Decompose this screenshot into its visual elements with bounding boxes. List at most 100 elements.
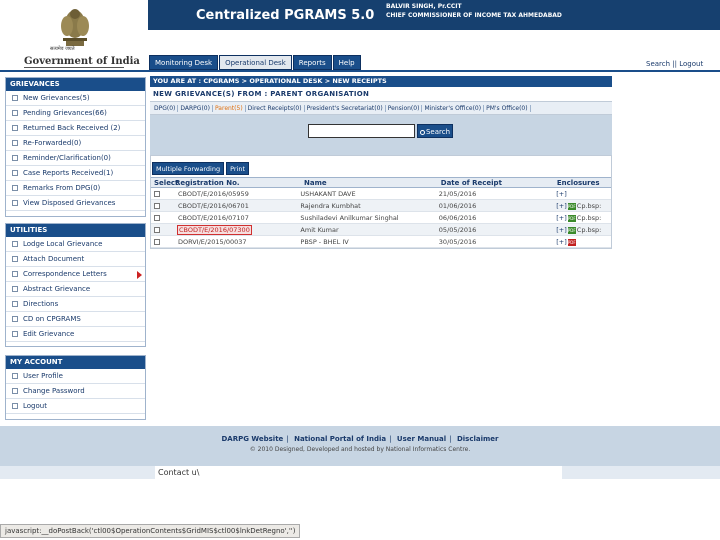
section-title: NEW GRIEVANCE(S) FROM : PARENT ORGANISAT… xyxy=(153,90,370,98)
row-date: 30/05/2016 xyxy=(438,238,477,246)
filter-parent[interactable]: Parent(5) xyxy=(213,104,246,112)
sidebar-item-directions[interactable]: Directions xyxy=(6,297,145,312)
main-tabs: Monitoring Desk Operational Desk Reports… xyxy=(149,55,362,70)
sidebar-item-label: Lodge Local Grievance xyxy=(23,240,103,248)
registration-link[interactable]: DORVI/E/2015/00037 xyxy=(178,238,247,246)
sidebar-item-remarks[interactable]: Remarks From DPG(0) xyxy=(6,181,145,196)
sidebar-item-pending-grievances[interactable]: Pending Grievances(66) xyxy=(6,106,145,121)
bullet-icon xyxy=(12,373,18,379)
sidebar-item-lodge-local[interactable]: Lodge Local Grievance xyxy=(6,237,145,252)
row-checkbox[interactable] xyxy=(153,227,160,233)
tab-help[interactable]: Help xyxy=(332,55,361,70)
multiple-forwarding-button[interactable]: Multiple Forwarding xyxy=(152,162,225,175)
enclosure-expand[interactable]: [+] xyxy=(556,214,567,222)
row-date: 01/06/2016 xyxy=(438,202,477,210)
filter-pms-office[interactable]: PM's Office(0) xyxy=(484,104,531,112)
sidebar-item-returned-back[interactable]: Returned Back Received (2) xyxy=(6,121,145,136)
enclosure-expand[interactable]: [+] xyxy=(556,238,567,246)
registration-link[interactable]: CBODT/E/2016/07107 xyxy=(178,214,249,222)
table-row: CBODT/E/2016/05959 USHAKANT DAVE 21/05/2… xyxy=(151,188,611,200)
sidebar-item-abstract[interactable]: Abstract Grievance xyxy=(6,282,145,297)
tab-reports[interactable]: Reports xyxy=(292,55,332,70)
enclosure-expand[interactable]: [+] xyxy=(556,202,567,210)
col-date[interactable]: Date of Receipt xyxy=(441,178,557,187)
col-name[interactable]: Name xyxy=(299,178,441,187)
search-button[interactable]: Search xyxy=(417,124,453,138)
sidebar-item-label: Change Password xyxy=(23,387,85,395)
filter-ministers-office[interactable]: Minister's Office(0) xyxy=(422,104,485,112)
sidebar-item-re-forwarded[interactable]: Re-Forwarded(0) xyxy=(6,136,145,151)
enclosure-label: Cp.bsp: xyxy=(576,226,602,234)
user-org: CHIEF COMMISSIONER OF INCOME TAX AHMEDAB… xyxy=(386,12,562,19)
sidebar-item-cd-cpgrams[interactable]: CD on CPGRAMS xyxy=(6,312,145,327)
search-input[interactable] xyxy=(308,124,415,138)
main-panel: YOU ARE AT : CPGRAMS > OPERATIONAL DESK … xyxy=(150,76,612,249)
sidebar-item-new-grievances[interactable]: New Grievances(5) xyxy=(6,91,145,106)
bullet-icon xyxy=(12,286,18,292)
sidebar-item-correspondence[interactable]: Correspondence Letters xyxy=(6,267,145,282)
attachment-icon[interactable]: PDF xyxy=(567,214,576,222)
user-name: BALVIR SINGH, Pr.CCIT xyxy=(386,3,462,10)
tab-monitoring-desk[interactable]: Monitoring Desk xyxy=(149,55,219,70)
bullet-icon xyxy=(12,271,18,277)
sidebar-item-case-reports[interactable]: Case Reports Received(1) xyxy=(6,166,145,181)
browser-status-bar: javascript:__doPostBack('ctl00$Operation… xyxy=(0,524,301,538)
row-date: 21/05/2016 xyxy=(438,190,477,198)
footer-link-darpg[interactable]: DARPG Website xyxy=(221,435,283,443)
attachment-icon[interactable]: PDF xyxy=(567,202,576,210)
sidebar-item-label: Pending Grievances(66) xyxy=(23,109,107,117)
registration-link[interactable]: CBODT/E/2016/06701 xyxy=(178,202,249,210)
sidebar-item-logout[interactable]: Logout xyxy=(6,399,145,414)
col-enclosures: Enclosures xyxy=(556,179,600,187)
bullet-icon xyxy=(12,170,18,176)
sidebar-item-label: Correspondence Letters xyxy=(23,270,107,278)
footer-link-national-portal[interactable]: National Portal of India xyxy=(294,435,386,443)
bullet-icon xyxy=(12,125,18,131)
registration-link[interactable]: CBODT/E/2016/05959 xyxy=(178,190,249,198)
bullet-icon xyxy=(12,301,18,307)
sidebar-item-label: Returned Back Received (2) xyxy=(23,124,121,132)
row-checkbox[interactable] xyxy=(153,215,160,221)
filter-direct-receipts[interactable]: Direct Receipts(0) xyxy=(246,104,305,112)
enclosure-expand[interactable]: [+] xyxy=(556,190,567,198)
contact-us-link[interactable]: Contact u\ xyxy=(155,466,562,479)
sidebar-item-user-profile[interactable]: User Profile xyxy=(6,369,145,384)
bullet-icon xyxy=(12,155,18,161)
filter-dpg[interactable]: DPG(0) xyxy=(152,104,179,112)
attachment-icon[interactable]: PDF xyxy=(567,226,576,234)
registration-link[interactable]: CBODT/E/2016/07300 xyxy=(176,225,252,235)
filter-pension[interactable]: Pension(0) xyxy=(386,104,423,112)
sidebar-utilities: UTILITIES Lodge Local Grievance Attach D… xyxy=(5,223,146,347)
sidebar-utilities-title: UTILITIES xyxy=(6,224,145,237)
row-checkbox[interactable] xyxy=(153,203,160,209)
search-link[interactable]: Search xyxy=(646,60,670,68)
footer-link-disclaimer[interactable]: Disclaimer xyxy=(457,435,499,443)
submenu-arrow-icon xyxy=(137,271,142,279)
col-registration[interactable]: Registration No. xyxy=(175,178,299,187)
sidebar-item-reminder[interactable]: Reminder/Clarification(0) xyxy=(6,151,145,166)
filter-darpg[interactable]: DARPG(0) xyxy=(178,104,213,112)
row-checkbox[interactable] xyxy=(153,239,160,245)
sidebar-item-view-disposed[interactable]: View Disposed Grievances xyxy=(6,196,145,211)
sidebar-item-change-password[interactable]: Change Password xyxy=(6,384,145,399)
row-name: Sushiladevi Anilkumar Singhal xyxy=(300,214,399,222)
row-checkbox[interactable] xyxy=(153,191,160,197)
sidebar-item-label: Directions xyxy=(23,300,59,308)
nav-rule xyxy=(0,70,720,72)
attachment-icon[interactable]: PDF xyxy=(567,238,576,246)
footer-links: DARPG Website | National Portal of India |… xyxy=(221,435,499,443)
footer: DARPG Website | National Portal of India |… xyxy=(0,426,720,466)
site-title: Centralized PGRAMS 5.0 xyxy=(196,8,375,23)
sidebar-item-edit-grievance[interactable]: Edit Grievance xyxy=(6,327,145,342)
sidebar-item-attach-document[interactable]: Attach Document xyxy=(6,252,145,267)
enclosure-label: Cp.bsp: xyxy=(576,202,602,210)
footer-link-user-manual[interactable]: User Manual xyxy=(397,435,446,443)
brand-rule xyxy=(24,67,124,68)
search-icon xyxy=(419,129,425,135)
sidebar-item-label: Edit Grievance xyxy=(23,330,75,338)
tab-operational-desk[interactable]: Operational Desk xyxy=(219,55,292,70)
print-button[interactable]: Print xyxy=(226,162,250,175)
filter-presidents-secretariat[interactable]: President's Secretariat(0) xyxy=(305,104,386,112)
enclosure-expand[interactable]: [+] xyxy=(556,226,567,234)
logout-link[interactable]: Logout xyxy=(679,60,703,68)
